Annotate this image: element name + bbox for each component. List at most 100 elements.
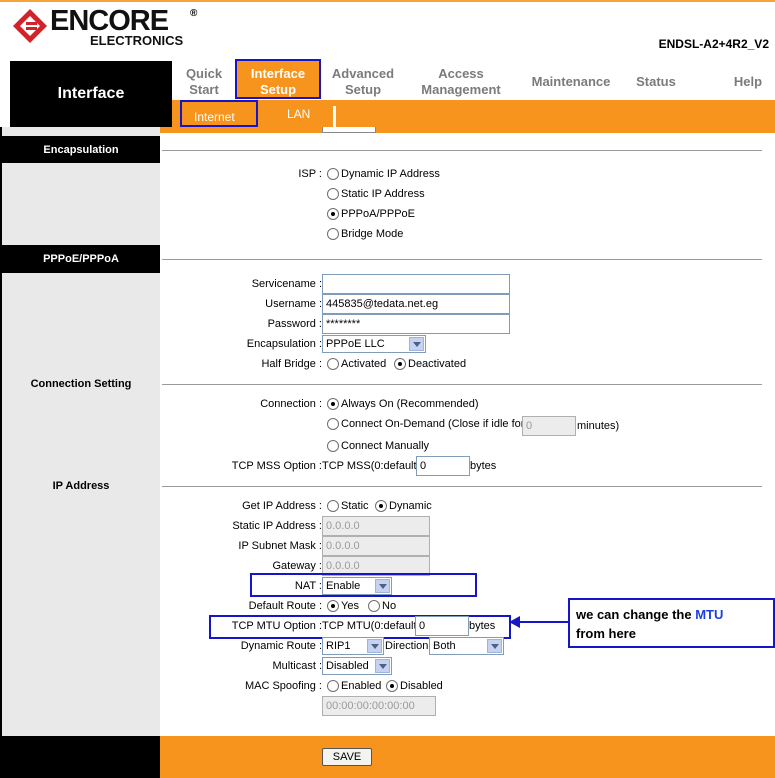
default-route-no-option[interactable]: No xyxy=(368,600,397,613)
connection-on-demand-option[interactable]: Connect On-Demand (Close if idle for xyxy=(327,418,525,431)
connection-always-on-option[interactable]: Always On (Recommended) xyxy=(327,398,479,411)
isp-dynamic-option[interactable]: Dynamic IP Address xyxy=(327,168,440,181)
nav-advanced-setup[interactable]: Advanced Setup xyxy=(326,66,400,100)
option-label: Connect On-Demand (Close if idle for xyxy=(341,418,525,431)
section-encapsulation: Encapsulation xyxy=(2,136,160,163)
password-label: Password : xyxy=(267,318,322,330)
minutes-label: minutes) xyxy=(577,420,620,432)
halfbridge-deactivated-option[interactable]: Deactivated xyxy=(394,358,467,371)
subnav-lan[interactable]: LAN xyxy=(287,107,310,121)
nav-access-management[interactable]: Access Management xyxy=(414,66,508,100)
footer-left xyxy=(2,736,160,778)
servicename-label: Servicename : xyxy=(251,278,322,290)
chevron-down-icon xyxy=(367,639,382,653)
nav-label: Quick xyxy=(185,66,223,81)
direction-label: Direction xyxy=(385,640,429,652)
dynamic-route-select[interactable]: RIP1 xyxy=(322,637,384,655)
multicast-select[interactable]: Disabled xyxy=(322,657,392,675)
multicast-label: Multicast : xyxy=(272,660,322,672)
halfbridge-activated-option[interactable]: Activated xyxy=(327,358,387,371)
nav-label: Maintenance xyxy=(531,74,611,89)
static-ip-input[interactable] xyxy=(322,516,430,536)
nat-select[interactable]: Enable xyxy=(322,577,392,595)
radio-icon xyxy=(327,680,339,693)
subnet-mask-label: IP Subnet Mask : xyxy=(238,540,322,552)
radio-icon xyxy=(327,418,339,431)
tcp-mtu-unit: bytes xyxy=(469,620,496,632)
mac-enabled-option[interactable]: Enabled xyxy=(327,680,381,693)
default-route-yes-option[interactable]: Yes xyxy=(327,600,359,613)
arrow-left-icon xyxy=(509,616,568,628)
direction-select[interactable]: Both xyxy=(429,637,504,655)
option-label: Connect Manually xyxy=(341,440,430,453)
encapsulation-select[interactable]: PPPoE LLC xyxy=(322,335,426,353)
divider xyxy=(162,384,762,385)
radio-selected-icon xyxy=(394,358,406,371)
radio-icon xyxy=(327,440,339,453)
select-value: Disabled xyxy=(326,660,369,672)
password-input[interactable] xyxy=(322,314,510,334)
logo-registered-mark: ® xyxy=(190,8,198,19)
orange-strip xyxy=(160,127,775,133)
nav-quick-start[interactable]: Quick Start xyxy=(180,66,228,100)
tcp-mss-prefix: TCP MSS(0:default) xyxy=(322,460,421,472)
connection-label: Connection : xyxy=(260,398,322,410)
select-value: Both xyxy=(433,640,456,652)
option-label: Static xyxy=(341,500,369,513)
mtu-callout: we can change the MTU from here xyxy=(568,598,775,648)
divider xyxy=(162,259,762,260)
option-label: Always On (Recommended) xyxy=(341,398,479,411)
footer-bar xyxy=(160,736,775,778)
divider xyxy=(162,486,762,487)
option-label: Activated xyxy=(341,358,387,371)
nat-label: NAT : xyxy=(294,580,322,592)
tcp-mss-input[interactable] xyxy=(416,456,470,476)
option-label: No xyxy=(382,600,397,613)
radio-icon xyxy=(327,188,339,201)
chevron-down-icon xyxy=(409,337,424,351)
mac-disabled-option[interactable]: Disabled xyxy=(386,680,443,693)
isp-bridge-option[interactable]: Bridge Mode xyxy=(327,228,403,241)
connection-manual-option[interactable]: Connect Manually xyxy=(327,440,430,453)
halfbridge-label: Half Bridge : xyxy=(261,358,322,370)
option-label: Deactivated xyxy=(408,358,467,371)
dynamic-route-label: Dynamic Route : xyxy=(240,640,322,652)
radio-icon xyxy=(327,168,339,181)
tcp-mtu-label: TCP MTU Option : xyxy=(231,620,322,632)
section-ip-address: IP Address xyxy=(52,480,110,492)
tcp-mtu-input[interactable] xyxy=(415,616,469,636)
idle-minutes-input[interactable] xyxy=(522,416,576,436)
section-pppoe: PPPoE/PPPoA xyxy=(2,245,160,273)
nav-label: Setup xyxy=(259,82,297,97)
option-label: Disabled xyxy=(400,680,443,693)
gateway-label: Gateway : xyxy=(272,560,322,572)
mac-spoofing-label: MAC Spoofing : xyxy=(244,680,322,692)
option-label: Dynamic IP Address xyxy=(341,168,440,181)
tcp-mss-unit: bytes xyxy=(470,460,497,472)
nav-label: Status xyxy=(636,74,676,89)
tcp-mss-label: TCP MSS Option : xyxy=(231,460,322,472)
select-value: RIP1 xyxy=(326,640,351,652)
servicename-input[interactable] xyxy=(322,274,510,294)
username-input[interactable] xyxy=(322,294,510,314)
section-connection-setting: Connection Setting xyxy=(30,378,132,390)
model-name: ENDSL-A2+4R2_V2 xyxy=(658,37,769,51)
callout-text: we can change the xyxy=(576,607,692,622)
radio-selected-icon xyxy=(327,600,339,613)
subnav-internet[interactable]: Internet xyxy=(180,100,258,127)
get-ip-dynamic-option[interactable]: Dynamic xyxy=(375,500,432,513)
top-accent-line xyxy=(0,0,775,2)
radio-icon xyxy=(327,358,339,371)
nav-interface-setup[interactable]: Interface Setup xyxy=(235,59,321,99)
radio-icon xyxy=(327,228,339,241)
chevron-down-icon xyxy=(375,659,390,673)
save-button[interactable]: SAVE xyxy=(322,748,372,766)
isp-static-option[interactable]: Static IP Address xyxy=(327,188,425,201)
get-ip-static-option[interactable]: Static xyxy=(327,500,369,513)
option-label: PPPoA/PPPoE xyxy=(341,208,415,221)
isp-pppoe-option[interactable]: PPPoA/PPPoE xyxy=(327,208,415,221)
chevron-down-icon xyxy=(375,579,390,593)
mac-address-input[interactable] xyxy=(322,696,436,716)
nav-label: Access xyxy=(438,66,484,81)
subnet-mask-input[interactable] xyxy=(322,536,430,556)
